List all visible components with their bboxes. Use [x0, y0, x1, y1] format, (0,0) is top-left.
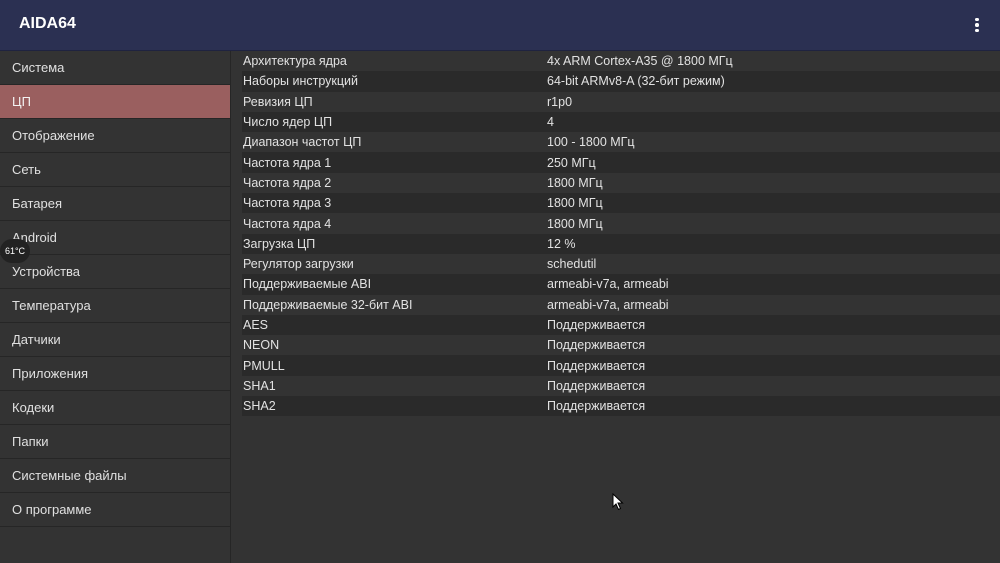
table-row: Частота ядра 1 250 МГц [242, 152, 1000, 173]
sidebar-item[interactable]: Отображение [0, 119, 230, 153]
row-value: 1800 МГц [547, 196, 603, 211]
row-label: Наборы инструкций [243, 74, 359, 89]
table-row: Архитектура ядра 4x ARM Cortex-A35 @ 1800… [242, 51, 1000, 71]
sidebar-item[interactable]: Android [0, 221, 230, 255]
sidebar-item[interactable]: Системные файлы [0, 459, 230, 493]
more-vert-icon[interactable] [968, 15, 986, 35]
row-label: Частота ядра 2 [243, 175, 332, 190]
app-bar: AIDA64 [0, 0, 1000, 51]
row-value: 1800 МГц [547, 216, 603, 231]
row-value: 64-bit ARMv8-A (32-бит режим) [547, 74, 725, 89]
table-row: Загрузка ЦП 12 % [242, 233, 1000, 254]
table-row: Регулятор загрузки schedutil [242, 254, 1000, 274]
row-value: 4x ARM Cortex-A35 @ 1800 МГц [547, 54, 733, 69]
row-label: Поддерживаемые ABI [243, 277, 372, 292]
row-value: r1p0 [547, 94, 573, 109]
table-row: AES Поддерживается [242, 314, 1000, 336]
row-value: Поддерживается [547, 378, 646, 393]
row-label: Диапазон частот ЦП [243, 135, 362, 150]
row-value: 4 [547, 115, 554, 130]
table-row: Поддерживаемые ABI armeabi-v7a, armeabi [242, 274, 1000, 295]
sidebar-item[interactable]: О программе [0, 493, 230, 527]
table-row: NEON Поддерживается [242, 335, 1000, 355]
table-row: Ревизия ЦП r1p0 [242, 92, 1000, 112]
sidebar-item[interactable]: Температура [0, 289, 230, 323]
row-value: armeabi-v7a, armeabi [547, 297, 669, 312]
sidebar-item[interactable]: Батарея [0, 187, 230, 221]
table-row: SHA2 Поддерживается [242, 396, 1000, 417]
table-row: Частота ядра 4 1800 МГц [242, 213, 1000, 233]
row-value: 100 - 1800 МГц [547, 135, 635, 150]
row-label: Ревизия ЦП [243, 94, 313, 109]
row-value: Поддерживается [547, 358, 646, 373]
row-value: Поддерживается [547, 399, 646, 414]
row-label: Архитектура ядра [243, 54, 347, 69]
row-value: schedutil [547, 257, 597, 272]
sidebar: Система ЦП Отображение Сеть Батарея Android Ус… [0, 51, 231, 563]
row-value: 1800 МГц [547, 175, 603, 190]
table-row: Число ядер ЦП 4 [242, 111, 1000, 133]
table-row: PMULL Поддерживается [242, 355, 1000, 376]
sidebar-item[interactable]: Система [0, 51, 230, 85]
table-row: Частота ядра 3 1800 МГц [242, 193, 1000, 214]
row-value: Поддерживается [547, 318, 646, 332]
cpu-info-table: Архитектура ядра 4x ARM Cortex-A35 @ 1800… [242, 51, 1000, 417]
app-title: AIDA64 [19, 15, 76, 32]
row-label: Частота ядра 1 [243, 155, 332, 170]
row-value: 12 % [547, 236, 576, 251]
row-label: NEON [243, 338, 280, 353]
table-row: Поддерживаемые 32-бит ABI armeabi-v7a, ar… [242, 295, 1000, 315]
sidebar-item[interactable]: Датчики [0, 323, 230, 357]
sidebar-item[interactable]: ЦП [0, 85, 230, 119]
row-value: armeabi-v7a, armeabi [547, 277, 669, 292]
sidebar-item[interactable]: Папки [0, 425, 230, 459]
row-label: SHA1 [243, 378, 276, 393]
table-row: Частота ядра 2 1800 МГц [242, 173, 1000, 193]
row-label: Загрузка ЦП [243, 236, 316, 251]
row-value: Поддерживается [547, 338, 646, 353]
row-label: Число ядер ЦП [243, 115, 333, 130]
row-label: PMULL [243, 358, 285, 373]
sidebar-item[interactable]: Приложения [0, 357, 230, 391]
row-label: SHA2 [243, 399, 276, 414]
sidebar-item[interactable]: Устройства [0, 255, 230, 289]
row-value: 250 МГц [547, 155, 596, 170]
table-row: SHA1 Поддерживается [242, 376, 1000, 396]
row-label: Частота ядра 4 [243, 216, 332, 231]
row-label: Поддерживаемые 32-бит ABI [243, 297, 413, 312]
row-label: Регулятор загрузки [243, 257, 354, 272]
row-label: Частота ядра 3 [243, 196, 332, 211]
sidebar-item[interactable]: Сеть [0, 153, 230, 187]
mouse-cursor-icon [612, 493, 624, 511]
row-label: AES [243, 318, 269, 332]
sidebar-item[interactable]: Кодеки [0, 391, 230, 425]
temperature-badge[interactable]: 61°C [0, 239, 30, 263]
table-row: Наборы инструкций 64-bit ARMv8-A (32-бит … [242, 71, 1000, 92]
table-row: Диапазон частот ЦП 100 - 1800 МГц [242, 132, 1000, 152]
